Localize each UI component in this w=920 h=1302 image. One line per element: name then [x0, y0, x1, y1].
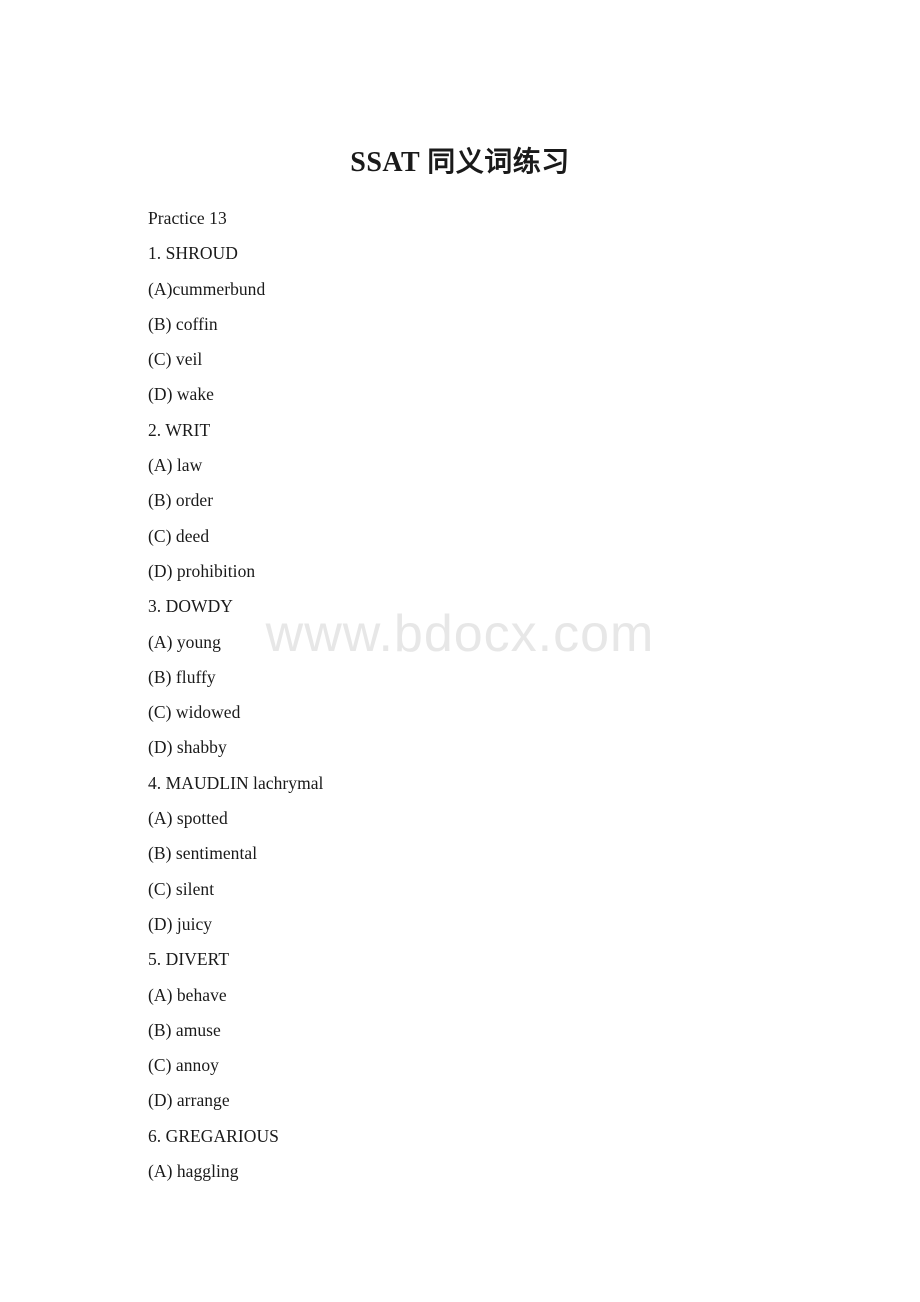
question-stem-3: 3. DOWDY [148, 596, 233, 617]
option-3-b: (B) fluffy [148, 666, 216, 687]
option-1-c: (C) veil [148, 349, 203, 370]
option-2-a: (A) law [148, 455, 203, 476]
option-5-b: (B) amuse [148, 1019, 221, 1040]
question-stem-6: 6. GREGARIOUS [148, 1125, 279, 1146]
question-stem-1: 1. SHROUD [148, 243, 238, 264]
question-stem-2: 2. WRIT [148, 419, 211, 440]
option-4-a: (A) spotted [148, 808, 228, 829]
option-4-b: (B) sentimental [148, 843, 258, 864]
question-stem-5: 5. DIVERT [148, 949, 230, 970]
option-6-a: (A) haggling [148, 1161, 239, 1182]
option-4-d: (D) juicy [148, 913, 213, 934]
option-3-a: (A) young [148, 631, 221, 652]
option-3-d: (D) shabby [148, 737, 227, 758]
option-2-c: (C) deed [148, 525, 210, 546]
document-page: www.bdocx.com SSAT 同义词练习 Practice 13 1. … [0, 0, 920, 1302]
option-5-d: (D) arrange [148, 1090, 230, 1111]
option-1-b: (B) coffin [148, 313, 218, 334]
page-title: SSAT 同义词练习 [350, 147, 570, 178]
option-2-b: (B) order [148, 490, 214, 511]
option-3-c: (C) widowed [148, 702, 241, 723]
option-4-c: (C) silent [148, 878, 215, 899]
document-body: Practice 13 1. SHROUD (A)cummerbund (B) … [148, 201, 848, 1189]
question-stem-4: 4. MAUDLIN lachrymal [148, 772, 324, 793]
option-2-d: (D) prohibition [148, 560, 256, 581]
option-1-a: (A)cummerbund [148, 278, 266, 299]
option-5-a: (A) behave [148, 984, 227, 1005]
option-1-d: (D) wake [148, 384, 214, 405]
option-5-c: (C) annoy [148, 1055, 219, 1076]
section-label: Practice 13 [148, 208, 227, 228]
